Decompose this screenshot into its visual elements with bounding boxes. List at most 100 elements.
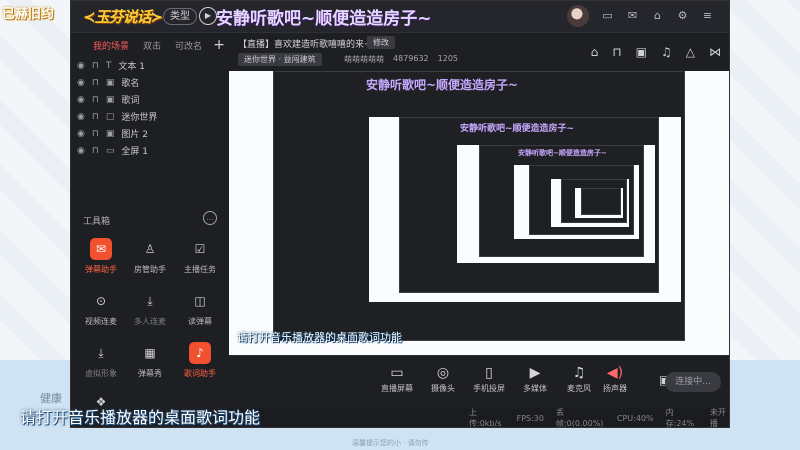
tool-label: 虚拟形象 bbox=[85, 369, 117, 378]
tool-danmaku-helper[interactable]: ✉ 弹幕助手 bbox=[75, 238, 127, 275]
avatar-download-icon: ⤓ bbox=[98, 346, 104, 360]
preview-lyric: 请打开音乐播放器的桌面歌词功能 bbox=[237, 331, 402, 344]
source-label: 文本 1 bbox=[118, 62, 145, 72]
phone-cast-button[interactable]: ▯ 手机投屏 bbox=[465, 363, 513, 394]
video-mic-icon: ⊙ bbox=[95, 294, 107, 308]
source-row[interactable]: ◉ ⊓ ▢ 迷你世界 bbox=[71, 108, 229, 125]
play-icon[interactable]: ▶ bbox=[199, 7, 217, 25]
source-label: 歌词 bbox=[121, 96, 140, 106]
tool-lyrics-helper[interactable]: ♪ 歌词助手 bbox=[174, 342, 226, 379]
stream-actions: ⌂ ⊓ ▣ ♫ △ ⋈ bbox=[591, 45, 721, 59]
share-icon[interactable]: ⋈ bbox=[709, 45, 721, 59]
cpu-usage: CPU:40% bbox=[616, 413, 654, 423]
nested-title: 安静听歌吧~顺便造造房子~ bbox=[460, 124, 575, 134]
bell-icon[interactable]: △ bbox=[686, 45, 695, 59]
bottom-control-bar: ▭ 直播屏幕 ◎ 摄像头 ▯ 手机投屏 ▶ 多媒体 ♫ 麦克风 ◀) 扬声器 ▣… bbox=[229, 355, 729, 407]
eye-icon[interactable]: ◉ bbox=[77, 61, 85, 71]
lock-icon[interactable]: ⊓ bbox=[92, 78, 99, 88]
button-label: 扬声器 bbox=[603, 384, 627, 393]
source-row[interactable]: ◉ ⊓ T 文本 1 bbox=[71, 57, 229, 74]
scene-panel: 我的场景 双击 可改名 + ◉ ⊓ T 文本 1 ◉ ⊓ ▣ 歌名 ◉ ⊓ ▣ 歌词 ◉ ⊓ ▢ 迷你世… bbox=[71, 33, 229, 208]
menu-icon[interactable]: ≡ bbox=[701, 9, 714, 22]
button-label: 摄像头 bbox=[431, 384, 455, 393]
add-scene-button[interactable]: + bbox=[213, 37, 225, 53]
fps-readout: FPS:30 bbox=[516, 413, 544, 423]
start-live-button[interactable]: 连接中... bbox=[665, 372, 721, 392]
tool-label: 多人连麦 bbox=[134, 317, 166, 326]
lock-icon[interactable]: ⊓ bbox=[92, 112, 99, 122]
stream-title: 【直播】喜欢建造听歌嘻嘻的来~ bbox=[238, 40, 372, 50]
message-icon[interactable]: ▭ bbox=[601, 9, 614, 22]
image-source-icon: ▣ bbox=[105, 128, 115, 139]
tool-danmaku-show[interactable]: ▦ 弹幕秀 bbox=[124, 342, 176, 379]
streamer-task-icon: ☑ bbox=[194, 242, 206, 256]
tool-label: 房管助手 bbox=[134, 265, 166, 274]
image-source-icon: ▣ bbox=[105, 94, 115, 105]
image-source-icon: ▣ bbox=[105, 77, 115, 88]
room-id: 4879632 bbox=[393, 54, 429, 63]
lock-icon[interactable]: ⊓ bbox=[92, 129, 99, 139]
source-row[interactable]: ◉ ⊓ ▣ 图片 2 bbox=[71, 125, 229, 142]
eye-icon[interactable]: ◉ bbox=[77, 78, 85, 88]
tool-label: 视频连麦 bbox=[85, 317, 117, 326]
danmaku-helper-icon: ✉ bbox=[90, 238, 112, 260]
toolbox: 工具箱 … ✉ 弹幕助手 ♙ 房管助手 ☑ 主播任务 ⊙ 视频连麦 ⤓ 多人连麦… bbox=[71, 208, 229, 427]
store-icon[interactable]: ⌂ bbox=[591, 45, 599, 59]
room-admin-icon: ♙ bbox=[144, 242, 156, 256]
stream-meta: 萌萌萌萌萌 4879632 1205 bbox=[344, 54, 458, 65]
minimize-icon[interactable]: – bbox=[726, 9, 729, 22]
tool-room-admin[interactable]: ♙ 房管助手 bbox=[124, 238, 176, 275]
tool-read-danmaku[interactable]: ◫ 读弹幕 bbox=[174, 290, 226, 327]
bell-icon[interactable]: ♫ bbox=[661, 45, 672, 59]
eye-icon[interactable]: ◉ bbox=[77, 129, 85, 139]
nested-preview-6 bbox=[581, 188, 621, 215]
heat-count: 1205 bbox=[437, 54, 458, 63]
app-logo: ≺玉芬说话≻ bbox=[83, 8, 163, 26]
multi-mic-icon: ⤓ bbox=[147, 294, 153, 308]
eye-icon[interactable]: ◉ bbox=[77, 146, 85, 156]
avatar[interactable] bbox=[567, 5, 589, 27]
lock-icon[interactable]: ⊓ bbox=[92, 61, 99, 71]
type-button[interactable]: 类型 bbox=[163, 8, 197, 25]
bag-icon[interactable]: ▣ bbox=[636, 45, 647, 59]
more-icon[interactable]: … bbox=[203, 211, 217, 225]
window-source-icon: ▢ bbox=[105, 111, 115, 122]
source-label: 歌名 bbox=[121, 79, 140, 89]
display-source-icon: ▭ bbox=[105, 145, 115, 156]
tool-label: 歌词助手 bbox=[184, 369, 216, 378]
bottom-caption: 温馨提示您的小 · 请勿传 bbox=[352, 439, 429, 447]
source-row[interactable]: ◉ ⊓ ▭ 全屏 1 bbox=[71, 142, 229, 159]
source-row[interactable]: ◉ ⊓ ▣ 歌词 bbox=[71, 91, 229, 108]
tool-avatar[interactable]: ⤓ 虚拟形象 bbox=[75, 342, 127, 379]
tool-video-mic[interactable]: ⊙ 视频连麦 bbox=[75, 290, 127, 327]
tab-my-scene[interactable]: 我的场景 bbox=[93, 39, 129, 53]
mail-icon[interactable]: ✉ bbox=[626, 9, 639, 22]
eye-icon[interactable]: ◉ bbox=[77, 95, 85, 105]
tab-double-click[interactable]: 双击 bbox=[143, 39, 161, 53]
overlay-title: 安静听歌吧~顺便造造房子~ bbox=[216, 9, 432, 29]
lock-icon[interactable]: ⊓ bbox=[92, 146, 99, 156]
tool-label: 主播任务 bbox=[184, 265, 216, 274]
button-label: 直播屏幕 bbox=[381, 384, 413, 393]
speaker-button[interactable]: ◀) 扬声器 bbox=[591, 363, 639, 394]
lock-icon[interactable]: ⊓ bbox=[92, 95, 99, 105]
eye-icon[interactable]: ◉ bbox=[77, 112, 85, 122]
category-tag[interactable]: 迷你世界 · 益闯建筑 bbox=[238, 53, 322, 66]
screen-share-button[interactable]: ▭ 直播屏幕 bbox=[373, 363, 421, 394]
media-icon: ▶ bbox=[529, 365, 541, 381]
shirt-icon[interactable]: ⌂ bbox=[651, 9, 664, 22]
modify-button[interactable]: 修改 bbox=[367, 36, 395, 49]
media-button[interactable]: ▶ 多媒体 bbox=[511, 363, 559, 394]
nested-title: 安静听歌吧~顺便造造房子~ bbox=[518, 149, 607, 157]
stream-preview[interactable]: 安静听歌吧~顺便造造房子~ 安静听歌吧~顺便造造房子~ 安静听歌吧~顺便造造房子… bbox=[229, 71, 729, 355]
lock-icon[interactable]: ⊓ bbox=[612, 45, 621, 59]
tool-multi-mic[interactable]: ⤓ 多人连麦 bbox=[124, 290, 176, 327]
owner-name: 萌萌萌萌萌 bbox=[344, 55, 384, 64]
dropped-frames: 丢帧:0(0.00%) bbox=[555, 408, 604, 428]
tab-rename[interactable]: 可改名 bbox=[175, 39, 202, 53]
camera-button[interactable]: ◎ 摄像头 bbox=[419, 363, 467, 394]
overlay-top-left-text: 已赫旧约 bbox=[2, 7, 55, 22]
source-row[interactable]: ◉ ⊓ ▣ 歌名 bbox=[71, 74, 229, 91]
settings-icon[interactable]: ⚙ bbox=[676, 9, 689, 22]
tool-streamer-task[interactable]: ☑ 主播任务 bbox=[174, 238, 226, 275]
